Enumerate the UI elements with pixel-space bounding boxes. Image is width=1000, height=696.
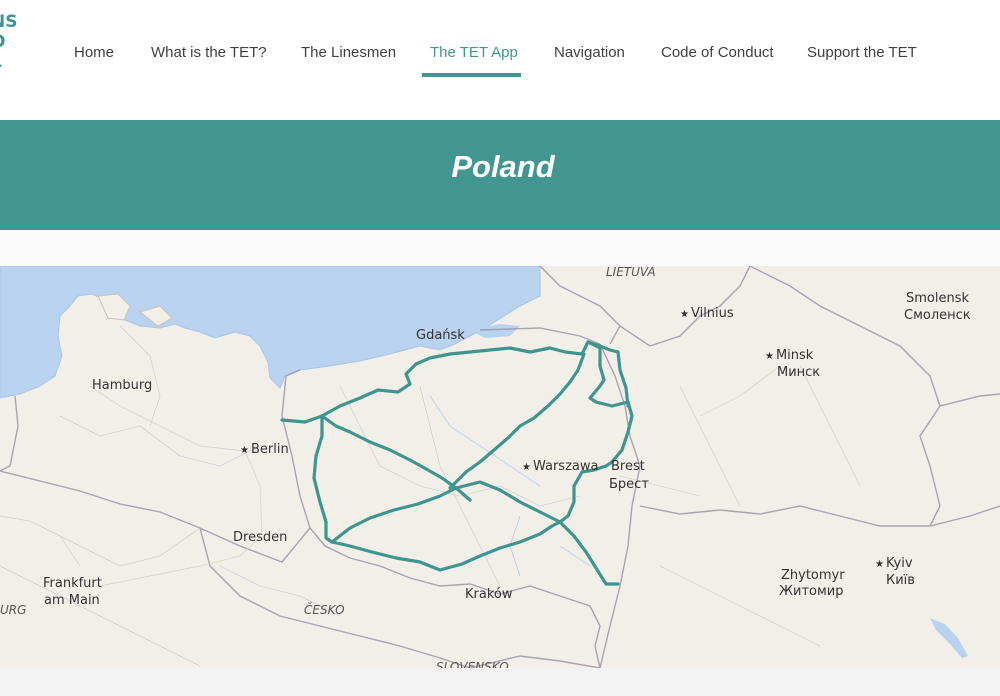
map-label-zhytomyr-cyr: Житомир	[779, 584, 844, 599]
nav-navigation[interactable]: Navigation	[554, 44, 625, 61]
map-label-zhytomyr: Zhytomyr	[781, 568, 845, 583]
nav-code-of-conduct[interactable]: Code of Conduct	[661, 44, 774, 61]
lake-kyiv	[930, 618, 968, 658]
map-label-slovensko: SLOVENSKO	[436, 660, 509, 668]
nav-tet-app[interactable]: The TET App	[430, 44, 518, 61]
top-navigation-bar: NS O L Home What is the TET? The Linesme…	[0, 0, 1000, 120]
capital-star-icon: ★	[875, 559, 884, 570]
logo-line-2: O	[0, 32, 22, 52]
nav-home[interactable]: Home	[74, 44, 114, 61]
map-label-kyiv: ★ Kyiv	[875, 556, 913, 571]
capital-star-icon: ★	[680, 309, 689, 320]
map-label-warszawa: ★ Warszawa	[522, 459, 599, 474]
nav-linesmen[interactable]: The Linesmen	[301, 44, 396, 61]
spacer	[0, 230, 1000, 266]
map-label-am-main: am Main	[44, 593, 100, 608]
map-label-cesko: ČESKO	[304, 603, 345, 617]
map-label-krakow: Kraków	[465, 587, 513, 602]
active-nav-indicator	[422, 73, 521, 77]
capital-star-icon: ★	[240, 445, 249, 456]
map-label-minsk-cyr: Минск	[777, 365, 821, 380]
route-map[interactable]: LIETUVA ★ Vilnius Smolensk Смоленск Gdańs…	[0, 266, 1000, 668]
logo-line-1: NS	[0, 12, 18, 32]
region-borders	[0, 325, 861, 667]
map-label-brest-cyr: Брест	[609, 477, 649, 492]
site-logo[interactable]: NS O L	[0, 12, 22, 72]
logo-line-3: L	[0, 52, 22, 72]
map-canvas[interactable]	[0, 266, 1000, 668]
map-label-minsk: ★ Minsk	[765, 348, 814, 363]
map-label-berlin: ★ Berlin	[240, 442, 289, 457]
map-label-dresden: Dresden	[233, 530, 288, 545]
page-title: Poland	[451, 149, 555, 184]
map-label-kyiv-cyr: Київ	[886, 573, 915, 588]
map-label-lietuva: LIETUVA	[606, 266, 656, 279]
below-map-area	[0, 668, 1000, 696]
map-label-brest: Brest	[611, 459, 645, 474]
map-label-hamburg: Hamburg	[92, 378, 153, 393]
map-label-gdansk: Gdańsk	[416, 328, 465, 343]
nav-what-is-tet[interactable]: What is the TET?	[151, 44, 267, 61]
map-label-vilnius: ★ Vilnius	[680, 306, 734, 321]
map-label-smolensk: Smolensk	[906, 291, 970, 306]
map-label-urg: URG	[0, 603, 27, 617]
map-label-smolensk-cyr: Смоленск	[904, 308, 971, 323]
capital-star-icon: ★	[522, 462, 531, 473]
capital-star-icon: ★	[765, 351, 774, 362]
roads	[0, 365, 781, 587]
nav-support[interactable]: Support the TET	[807, 44, 917, 61]
map-label-frankfurt: Frankfurt	[43, 576, 102, 591]
